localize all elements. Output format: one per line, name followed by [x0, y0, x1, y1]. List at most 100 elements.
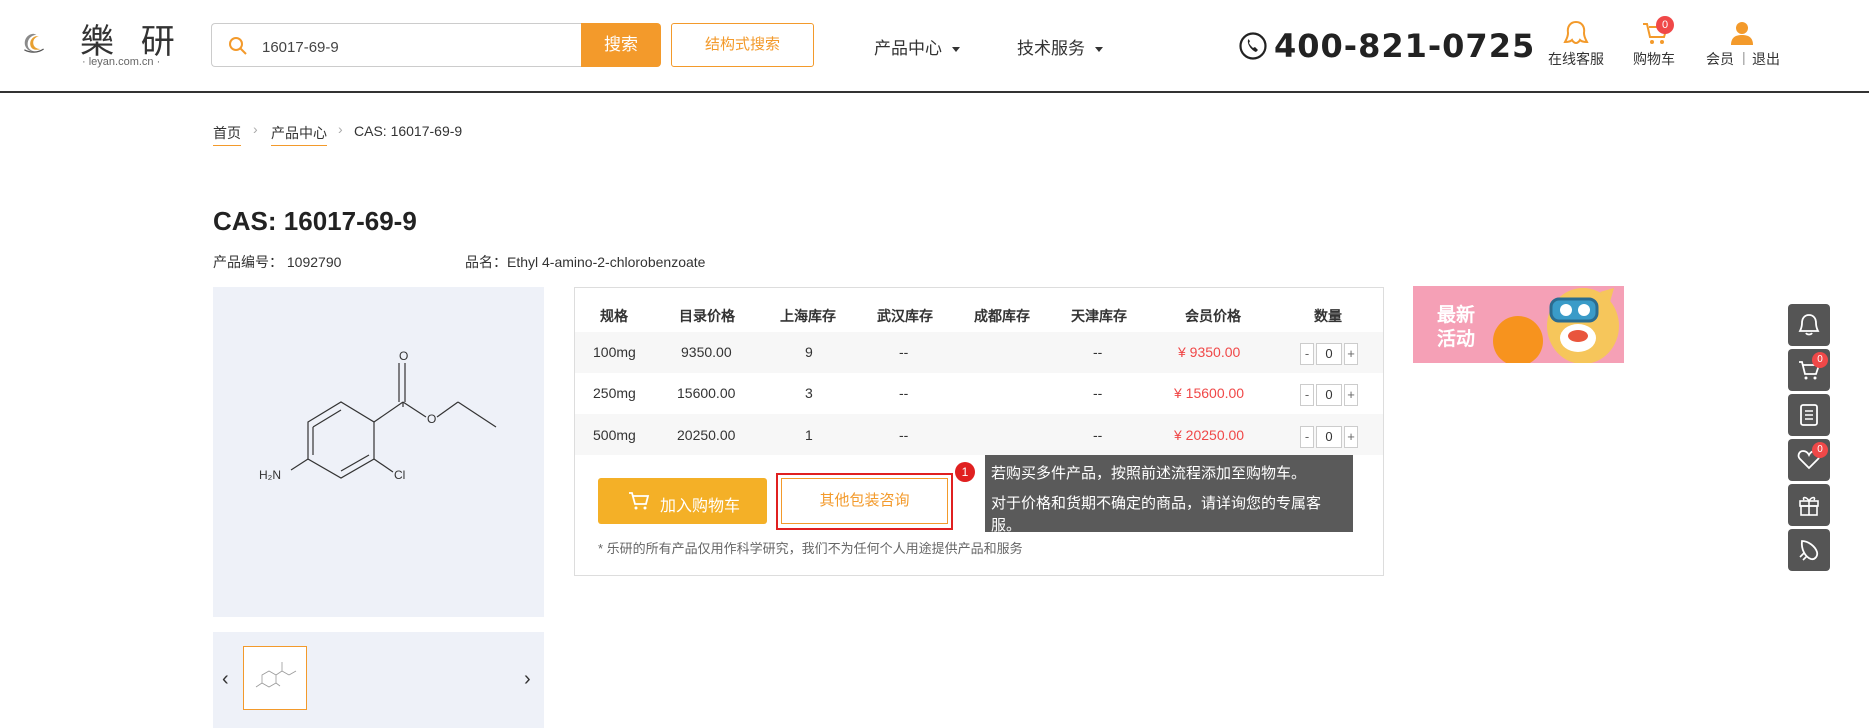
thumb-next-icon[interactable]: › — [524, 668, 531, 691]
breadcrumb-chevron-icon: › — [253, 121, 258, 137]
atom-label-cl: Cl — [394, 468, 405, 482]
nav-tech-service-label: 技术服务 — [1017, 39, 1085, 58]
qty-increment-button[interactable]: + — [1344, 343, 1358, 365]
phone-icon — [1239, 32, 1267, 60]
col-header-tianjin-stock: 天津库存 — [1071, 308, 1127, 324]
nav-products-label: 产品中心 — [874, 39, 942, 58]
chat-bell-icon — [1798, 314, 1820, 336]
qty-decrement-button[interactable]: - — [1300, 384, 1314, 406]
sidebar-orders-button[interactable] — [1788, 394, 1830, 436]
chevron-down-icon — [1095, 47, 1103, 53]
cell-shanghai-stock: 3 — [805, 385, 813, 401]
col-header-quantity: 数量 — [1314, 308, 1342, 324]
sidebar-favorites-badge: 0 — [1812, 442, 1828, 458]
latest-activity-banner[interactable]: 最新 活动 — [1413, 286, 1624, 363]
product-code: 产品编号： 1092790 — [213, 252, 341, 272]
cell-tianjin-stock: -- — [1093, 427, 1103, 443]
user-icon[interactable] — [1727, 18, 1757, 48]
col-header-spec: 规格 — [600, 308, 628, 324]
cell-list-price: 20250.00 — [677, 427, 736, 443]
leyan-logo-icon[interactable] — [22, 16, 78, 70]
col-header-chengdu-stock: 成都库存 — [974, 308, 1030, 324]
add-to-cart-label: 加入购物车 — [660, 498, 741, 515]
qty-increment-button[interactable]: + — [1344, 426, 1358, 448]
nav-products[interactable]: 产品中心 — [874, 34, 960, 59]
nav-tech-service[interactable]: 技术服务 — [1017, 34, 1103, 59]
sidebar-cart-badge: 0 — [1812, 352, 1828, 368]
qty-input[interactable]: 0 — [1316, 384, 1342, 406]
chevron-down-icon — [952, 47, 960, 53]
rocket-icon — [1799, 540, 1819, 561]
customer-service-icon[interactable] — [1561, 18, 1591, 48]
cell-list-price: 9350.00 — [681, 344, 732, 360]
hotline-number: 400-821-0725 — [1274, 27, 1536, 65]
qty-increment-button[interactable]: + — [1344, 384, 1358, 406]
breadcrumb-current: CAS: 16017-69-9 — [354, 123, 463, 139]
product-code-value: 1092790 — [286, 254, 342, 270]
quantity-stepper[interactable]: - 0 + — [1300, 426, 1360, 448]
cell-spec: 500mg — [593, 427, 636, 443]
cell-spec: 100mg — [593, 344, 636, 360]
atom-label-o-carbonyl: O — [399, 349, 408, 363]
cell-member-price: ¥ 9350.00 — [1178, 344, 1241, 360]
search-icon — [229, 37, 247, 55]
product-name: 品名：Ethyl 4-amino-2-chlorobenzoate — [465, 252, 705, 272]
cell-tianjin-stock: -- — [1093, 344, 1103, 360]
structure-search-button[interactable]: 结构式搜索 — [671, 23, 814, 67]
search-button[interactable]: 搜索 — [581, 23, 661, 67]
col-header-list-price: 目录价格 — [679, 308, 735, 324]
qty-input[interactable]: 0 — [1316, 426, 1342, 448]
atom-label-nh2: H₂N — [259, 468, 281, 482]
sidebar-gift-button[interactable] — [1788, 484, 1830, 526]
breadcrumb-home-label: 首页 — [213, 125, 241, 146]
breadcrumb-products[interactable]: 产品中心 — [271, 123, 327, 146]
cell-wuhan-stock: -- — [899, 344, 909, 360]
thumb-prev-icon[interactable]: ‹ — [222, 668, 229, 691]
research-use-notice: * 乐研的所有产品仅用作科学研究，我们不为任何个人用途提供产品和服务 — [598, 541, 1023, 556]
cell-shanghai-stock: 9 — [805, 344, 813, 360]
sidebar-back-to-top-button[interactable] — [1788, 529, 1830, 571]
online-service-label[interactable]: 在线客服 — [1548, 49, 1604, 69]
atom-label-o-ester: O — [427, 412, 436, 426]
cart-icon — [629, 492, 650, 510]
qty-decrement-button[interactable]: - — [1300, 343, 1314, 365]
thumbnail-image[interactable] — [243, 646, 307, 710]
cell-list-price: 15600.00 — [677, 385, 736, 401]
product-name-value: Ethyl 4-amino-2-chlorobenzoate — [507, 254, 706, 270]
step-badge: 1 — [955, 462, 975, 482]
molecule-structure-image: O O Cl H₂N — [259, 349, 497, 482]
promo-line-2: 活动 — [1437, 329, 1476, 350]
cart-label[interactable]: 购物车 — [1633, 49, 1675, 69]
gift-icon — [1799, 496, 1819, 516]
cell-tianjin-stock: -- — [1093, 385, 1103, 401]
search-input[interactable] — [260, 35, 564, 59]
qty-decrement-button[interactable]: - — [1300, 426, 1314, 448]
cell-wuhan-stock: -- — [899, 385, 909, 401]
product-code-label: 产品编号： — [213, 254, 283, 270]
breadcrumb-home[interactable]: 首页 — [213, 123, 241, 146]
other-packaging-button[interactable]: 其他包装咨询 — [781, 478, 948, 524]
sidebar-cart-button[interactable]: 0 — [1788, 349, 1830, 391]
breadcrumb-products-label: 产品中心 — [271, 125, 327, 146]
sidebar-favorites-button[interactable]: 0 — [1788, 439, 1830, 481]
cell-member-price: ¥ 15600.00 — [1174, 385, 1245, 401]
cell-shanghai-stock: 1 — [805, 427, 813, 443]
cart-count-badge: 0 — [1656, 16, 1674, 34]
quantity-stepper[interactable]: - 0 + — [1300, 384, 1360, 406]
guide-tooltip: 若购买多件产品，按照前述流程添加至购物车。 对于价格和货期不确定的商品，请详询您… — [985, 455, 1353, 534]
col-header-wuhan-stock: 武汉库存 — [877, 308, 933, 324]
cell-member-price: ¥ 20250.00 — [1174, 427, 1245, 443]
col-header-shanghai-stock: 上海库存 — [780, 308, 836, 324]
logout-link[interactable]: 退出 — [1752, 49, 1780, 69]
add-to-cart-button[interactable]: 加入购物车 — [598, 478, 767, 524]
member-link[interactable]: 会员 — [1706, 49, 1734, 69]
tooltip-line-2: 对于价格和货期不确定的商品，请详询您的专属客服。 — [991, 495, 1322, 534]
tooltip-line-1: 若购买多件产品，按照前述流程添加至购物车。 — [991, 465, 1307, 482]
quantity-stepper[interactable]: - 0 + — [1300, 343, 1360, 365]
logo-domain: · leyan.com.cn · — [82, 56, 161, 68]
page-title: CAS: 16017-69-9 — [213, 206, 417, 236]
breadcrumb-chevron-icon: › — [338, 121, 343, 137]
qty-input[interactable]: 0 — [1316, 343, 1342, 365]
sidebar-customer-service-button[interactable] — [1788, 304, 1830, 346]
tiger-mascot-icon — [1493, 288, 1619, 363]
